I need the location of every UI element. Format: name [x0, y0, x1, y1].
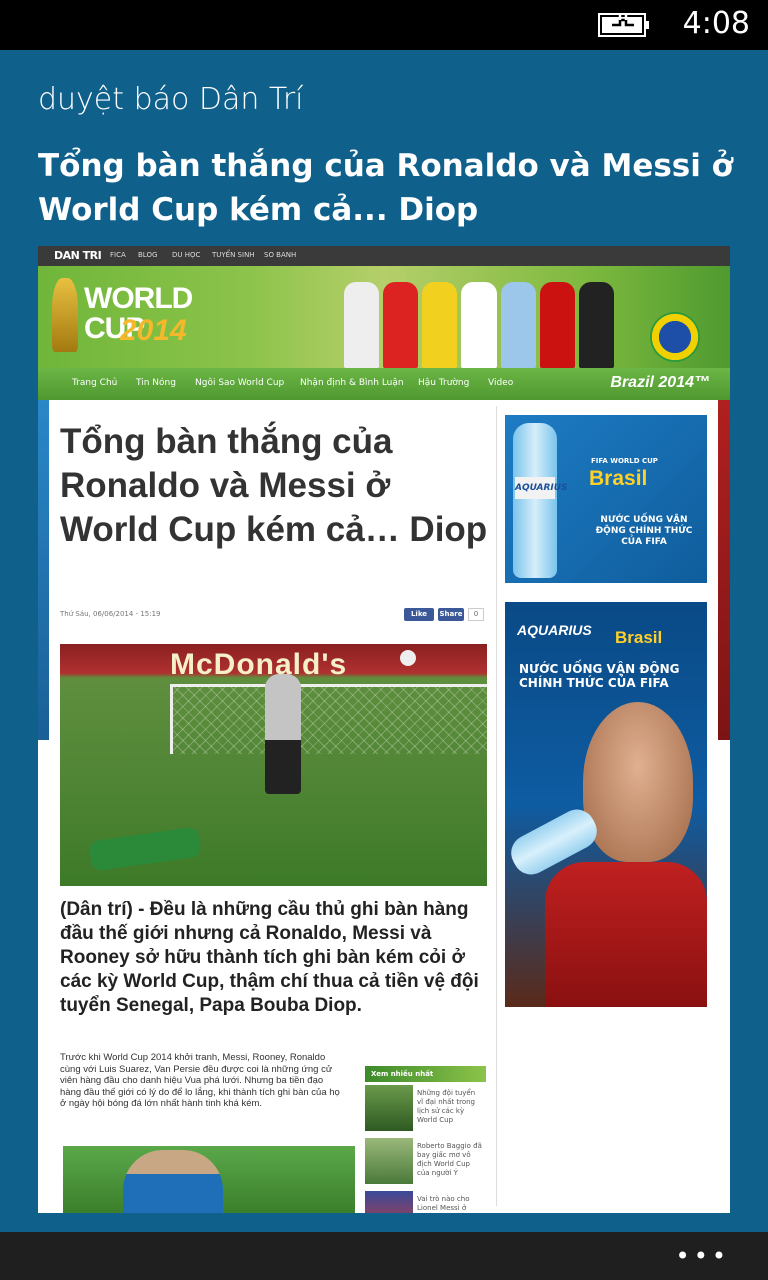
status-bar: 4:08 [0, 0, 768, 50]
ball [400, 650, 416, 666]
player-image [123, 1150, 223, 1213]
list-item-title: Vai trò nào cho Lionel Messi ở [417, 1195, 470, 1212]
site-logo[interactable]: DAN TRI [54, 249, 102, 262]
top-nav-item[interactable]: DU HỌC [172, 251, 200, 259]
stadium-ad-board: McDonald's [170, 648, 348, 681]
page-title: Tổng bàn thắng của Ronaldo và Messi ở Wo… [38, 148, 733, 228]
most-viewed-heading: Xem nhiều nhất [365, 1066, 486, 1082]
ad-brand: AQUARIUS [517, 622, 592, 638]
thumbnail [365, 1085, 413, 1131]
site-top-nav: DAN TRI FICA BLOG DU HỌC TUYỂN SINH SO B… [38, 246, 730, 266]
article-photo-2[interactable] [63, 1146, 355, 1213]
list-item[interactable]: Vai trò nào cho Lionel Messi ở [365, 1191, 486, 1213]
top-nav-item[interactable]: FICA [110, 251, 126, 259]
ad-brasil-logo: Brasil [615, 628, 663, 647]
more-options-icon[interactable]: ••• [676, 1244, 730, 1268]
nav-item-nhan-dinh[interactable]: Nhận định & Bình Luận [300, 378, 404, 388]
ad-slogan: NƯỚC UỐNG VẬN ĐỘNG CHÍNH THỨC CỦA FIFA [519, 662, 680, 690]
world-cup-banner[interactable]: WORLD CUP 2014 [38, 266, 730, 368]
column-divider [496, 406, 497, 1206]
article-lead: (Dân trí) - Đều là những cầu thủ ghi bàn… [60, 899, 479, 1016]
ad-brand: AQUARIUS [515, 477, 568, 499]
trophy-icon [52, 278, 78, 352]
battery-charging-icon [598, 13, 649, 37]
aquarius-ad-small[interactable]: AQUARIUS FIFA WORLD CUP Brasil NƯỚC UỐNG… [505, 415, 707, 583]
nav-item-tin-nong[interactable]: Tin Nóng [136, 378, 176, 388]
article-title-block: Tổng bàn thắng của Ronaldo và Messi ở Wo… [60, 420, 490, 552]
banner-year: 2014 [120, 314, 187, 347]
nav-item-trang-chu[interactable]: Trang Chủ [72, 378, 117, 388]
brazil-ball-icon [650, 312, 700, 362]
list-item-title: Những đội tuyển vĩ đại nhất trong lịch s… [417, 1089, 476, 1124]
article-body: Trước khi World Cup 2014 khởi tranh, Mes… [60, 1052, 340, 1109]
facebook-share-button[interactable]: Share [438, 608, 464, 621]
brazil-2014-label: Brazil 2014™ [610, 374, 710, 391]
thumbnail [365, 1138, 413, 1184]
aquarius-ad-large[interactable]: AQUARIUS Brasil NƯỚC UỐNG VẬN ĐỘNG CHÍNH… [505, 602, 707, 1007]
article-date: Thứ Sáu, 06/06/2014 - 15:19 [60, 610, 161, 618]
goalkeeper [265, 674, 301, 794]
article-photo[interactable]: McDonald's [60, 644, 487, 886]
app-title: duyệt báo Dân Trí [38, 82, 304, 117]
site-main-nav: Trang Chủ Tin Nóng Ngôi Sao World Cup Nh… [38, 368, 730, 400]
most-viewed-box: Xem nhiều nhất Những đội tuyển vĩ đại nh… [365, 1066, 486, 1213]
player-face [583, 702, 693, 862]
ad-fifa-label: FIFA WORLD CUP [591, 457, 658, 465]
goal-net [170, 684, 487, 754]
top-nav-item[interactable]: TUYỂN SINH [212, 251, 255, 259]
ad-slogan: NƯỚC UỐNG VẬN ĐỘNG CHÍNH THỨC CỦA FIFA [595, 515, 693, 547]
list-item-title: Roberto Baggio đã bay giấc mơ vô địch Wo… [417, 1142, 482, 1177]
nav-item-video[interactable]: Video [488, 378, 513, 388]
list-item[interactable]: Roberto Baggio đã bay giấc mơ vô địch Wo… [365, 1138, 486, 1188]
top-nav-item[interactable]: SO BANH [264, 251, 296, 259]
clock: 4:08 [682, 6, 750, 41]
top-nav-item[interactable]: BLOG [138, 251, 157, 259]
article-title: Tổng bàn thắng của Ronaldo và Messi ở Wo… [60, 422, 488, 549]
webview[interactable]: DAN TRI FICA BLOG DU HỌC TUYỂN SINH SO B… [38, 246, 730, 1213]
ad-brasil-logo: Brasil [589, 467, 648, 490]
side-skin-left[interactable] [38, 400, 49, 740]
facebook-like-button[interactable]: Like [404, 608, 434, 621]
bottle-image [513, 423, 557, 578]
thumbnail [365, 1191, 413, 1213]
player-shirt [545, 862, 707, 1007]
side-skin-right[interactable] [718, 400, 730, 740]
striker [88, 826, 202, 872]
list-item[interactable]: Những đội tuyển vĩ đại nhất trong lịch s… [365, 1085, 486, 1135]
nav-item-hau-truong[interactable]: Hậu Trường [418, 378, 469, 388]
players-image [344, 282, 614, 368]
nav-item-ngoi-sao[interactable]: Ngôi Sao World Cup [195, 378, 284, 388]
share-count: 0 [468, 608, 484, 621]
app-bar: ••• [0, 1232, 768, 1280]
